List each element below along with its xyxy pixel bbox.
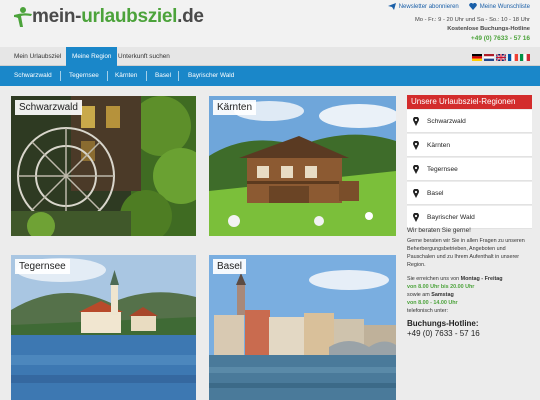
newsletter-label: Newsletter abonnieren [398, 3, 459, 10]
subnav-divider [178, 71, 179, 81]
reach-time-1: von 8.00 Uhr bis 20.00 Uhr [407, 284, 475, 290]
language-switcher [472, 54, 530, 61]
subnav-schwarzwald[interactable]: Schwarzwald [14, 66, 52, 86]
subnav-divider [60, 71, 61, 81]
subnav-bayrischer-wald[interactable]: Bayrischer Wald [188, 66, 234, 86]
flag-gb-icon[interactable] [496, 54, 506, 61]
subnav-divider [107, 71, 108, 81]
tab-unterkunft-suchen[interactable]: Unterkunft suchen [112, 47, 176, 66]
region-link-label: Tegernsee [427, 165, 458, 173]
map-pin-icon [413, 116, 419, 126]
reach-days-2: Samstag [431, 292, 454, 298]
region-link-label: Bayrischer Wald [427, 213, 475, 221]
hours-line: Mo - Fr.: 9 - 20 Uhr und Sa - So.: 10 - … [414, 17, 530, 23]
flag-de-icon[interactable] [472, 54, 482, 61]
newsletter-link[interactable]: Newsletter abonnieren [387, 3, 459, 10]
flag-fr-icon[interactable] [508, 54, 518, 61]
tile-label-schwarzwald: Schwarzwald [15, 100, 82, 115]
site-header: mein-urlaubsziel.de Newsletter abonniere… [0, 0, 540, 47]
region-link-schwarzwald[interactable]: Schwarzwald [407, 110, 532, 133]
reach-days-1: Montag - Freitag [460, 276, 503, 282]
reach-time-2: von 8.00 - 14.00 Uhr [407, 300, 458, 306]
tile-label-tegernsee: Tegernsee [15, 259, 70, 274]
region-subnav: Schwarzwald Tegernsee Kärnten Basel Bayr… [0, 66, 540, 86]
reach-text-2: sowie am [407, 292, 430, 298]
region-link-tegernsee[interactable]: Tegernsee [407, 158, 532, 181]
wishlist-link[interactable]: Meine Wunschliste [468, 3, 530, 10]
map-pin-icon [413, 212, 419, 222]
advice-heading: Wir beraten Sie gerne! [407, 227, 471, 234]
main-nav: Mein Urlaubsziel Meine Region Unterkunft… [0, 47, 540, 66]
region-link-label: Basel [427, 189, 444, 197]
advice-text: Gerne beraten wir Sie in allen Fragen zu… [407, 238, 525, 268]
region-link-basel[interactable]: Basel [407, 182, 532, 205]
map-pin-icon [413, 188, 419, 198]
paper-plane-icon [387, 3, 396, 10]
hotline-number[interactable]: +49 (0) 7633 - 57 16 [407, 330, 532, 338]
tile-label-basel: Basel [213, 259, 247, 274]
subnav-divider [146, 71, 147, 81]
region-tile-schwarzwald[interactable]: Schwarzwald [11, 96, 196, 236]
subnav-kaernten[interactable]: Kärnten [115, 66, 137, 86]
tile-label-kaernten: Kärnten [213, 100, 257, 115]
site-logo[interactable]: mein-urlaubsziel.de [12, 4, 204, 30]
region-tile-basel[interactable]: Basel [209, 255, 396, 400]
region-tile-tegernsee[interactable]: Tegernsee [11, 255, 196, 400]
region-link-kaernten[interactable]: Kärnten [407, 134, 532, 157]
header-phone[interactable]: +49 (0) 7633 - 57 16 [415, 34, 530, 43]
map-pin-icon [413, 140, 419, 150]
logo-text-prefix: mein- [32, 6, 82, 27]
regions-list: Schwarzwald Kärnten Tegernsee Basel Bayr… [407, 110, 532, 230]
advice-box: Wir beraten Sie gerne! Gerne beraten wir… [407, 227, 532, 338]
basel-photo [209, 255, 396, 400]
schwarzwald-photo [11, 96, 196, 236]
hotline-label: Kostenlose Buchungs-Hotline [447, 26, 530, 32]
region-link-label: Kärnten [427, 141, 451, 149]
map-pin-icon [413, 164, 419, 174]
logo-figure-icon [14, 7, 32, 27]
logo-text-suffix: .de [177, 6, 204, 27]
flag-nl-icon[interactable] [484, 54, 494, 61]
region-link-bayrischer-wald[interactable]: Bayrischer Wald [407, 206, 532, 229]
heart-icon [468, 3, 477, 10]
wishlist-label: Meine Wunschliste [479, 3, 530, 10]
flag-it-icon[interactable] [520, 54, 530, 61]
reach-text-1: Sie erreichen uns von [407, 276, 460, 282]
logo-text-main: urlaubsziel [81, 6, 178, 27]
region-link-label: Schwarzwald [427, 117, 466, 125]
hotline-heading: Buchungs-Hotline: [407, 319, 479, 328]
tab-mein-urlaubsziel[interactable]: Mein Urlaubsziel [8, 47, 67, 66]
subnav-tegernsee[interactable]: Tegernsee [69, 66, 99, 86]
regions-heading: Unsere Urlaubsziel-Regionen [407, 95, 532, 109]
kaernten-photo [209, 96, 396, 236]
region-tile-kaernten[interactable]: Kärnten [209, 96, 396, 236]
tegernsee-photo [11, 255, 196, 400]
subnav-basel[interactable]: Basel [155, 66, 171, 86]
reach-text-3: telefonisch unter: [407, 308, 449, 314]
opening-hours: Mo - Fr.: 9 - 20 Uhr und Sa - So.: 10 - … [415, 16, 530, 43]
tab-meine-region[interactable]: Meine Region [66, 47, 118, 66]
